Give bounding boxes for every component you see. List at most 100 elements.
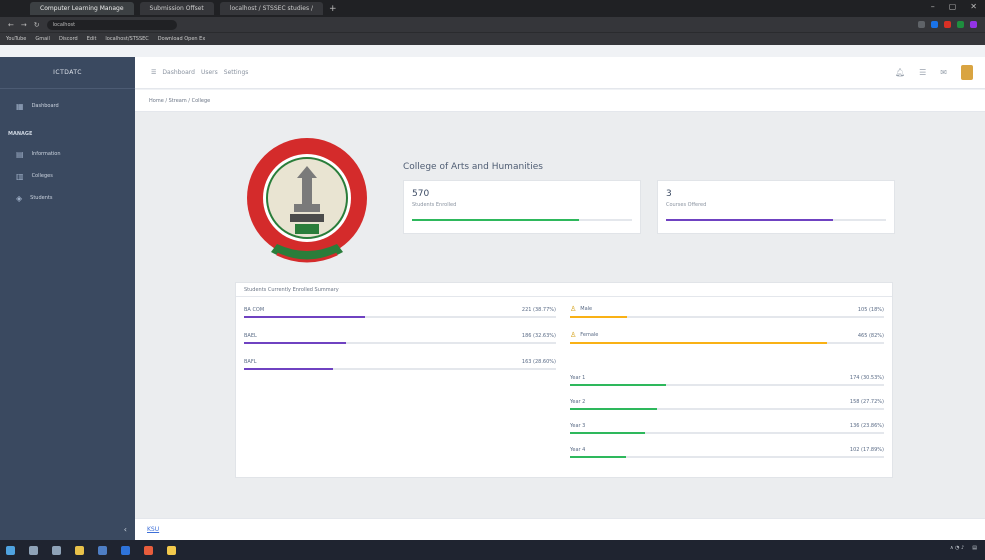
browser-tab[interactable]: Computer Learning Manage [30,2,134,15]
sidebar-section-label: MANAGE [8,131,33,137]
start-icon[interactable] [6,545,15,555]
gender-row: ♙ Male 105 (18%) [570,305,884,321]
task-view-icon[interactable] [52,545,61,555]
extension-icon[interactable] [944,21,951,28]
course-row: BAFL 163 (28.60%) [244,359,556,373]
chrome-icon[interactable] [167,545,176,555]
year-row: Year 3 136 (23.86%) [570,423,884,437]
extension-icon[interactable] [918,21,925,28]
app-icon[interactable] [144,545,153,555]
bookmark[interactable]: localhost/STSSEC [105,36,148,42]
maximize-icon[interactable]: ▢ [949,2,957,11]
back-icon[interactable]: ← [8,21,14,29]
gender-progress [570,342,884,344]
dashboard-icon: ▦ [16,101,24,111]
gender-value: 105 (18%) [857,307,884,313]
app-icon[interactable] [121,545,130,555]
bell-icon[interactable]: 🔔︎ [895,68,905,77]
minimize-icon[interactable]: – [931,2,935,11]
sidebar-brand[interactable]: ICTDATC [0,57,135,89]
college-logo [247,138,367,263]
year-progress [570,432,884,434]
footer-link[interactable]: KSU [147,526,159,533]
main-content: College of Arts and Humanities 570 Stude… [135,112,985,518]
course-label: BAEL [244,333,257,339]
avatar[interactable] [961,65,973,80]
bookmark[interactable]: YouTube [6,36,26,42]
header-actions: 🔔︎ ☰ ✉ [895,65,973,80]
gender-label: ♙ Female [570,331,598,339]
sidebar-item-label: Dashboard [31,103,59,109]
gender-value: 465 (82%) [857,333,884,339]
app-icon[interactable] [98,545,107,555]
sidebar-item-label: Colleges [31,173,53,179]
year-progress-fill [570,456,627,458]
close-icon[interactable]: ✕ [970,2,977,11]
search-icon[interactable] [29,545,38,555]
stat-progress-fill [666,219,834,221]
year-row: Year 4 102 (17.89%) [570,447,884,461]
stat-value: 3 [666,189,672,199]
stat-progress [412,219,632,221]
year-value: 136 (23.86%) [849,423,884,429]
footer: KSU [135,518,985,540]
tray-icons[interactable]: ∧ ◔ ♪ [950,545,964,551]
file-explorer-icon[interactable] [75,545,84,555]
enrollment-summary-card: Students Currently Enrolled Summary BA C… [235,282,893,478]
gender-progress-fill [570,342,828,344]
sidebar-item-label: Information [31,151,61,157]
bookmark[interactable]: Download Open Ex [158,36,206,42]
stat-value: 570 [412,189,430,199]
sidebar: ICTDATC ▦ Dashboard MANAGE ▤ Information… [0,57,135,540]
sidebar-item-students[interactable]: ◈ Students [0,187,135,209]
browser-tab[interactable]: localhost / STSSEC studies / [219,2,324,15]
new-tab-button[interactable]: + [329,4,337,14]
course-value: 221 (38.77%) [521,307,556,313]
course-label: BA COM [244,307,265,313]
course-row: BA COM 221 (38.77%) [244,307,556,321]
sidebar-item-dashboard[interactable]: ▦ Dashboard [0,95,135,117]
menu-toggle-icon[interactable]: ☰ [151,69,156,76]
url-input[interactable]: localhost [46,19,177,30]
extension-icon[interactable] [957,21,964,28]
os-taskbar: ∧ ◔ ♪ ▤ [0,540,985,560]
sidebar-item-colleges[interactable]: ▥ Colleges [0,165,135,187]
browser-tab[interactable]: Submission Offset [139,2,214,15]
forward-icon[interactable]: → [21,21,27,29]
course-value: 186 (32.63%) [521,333,556,339]
course-progress-fill [244,316,365,318]
extensions-bar [918,21,977,28]
year-value: 174 (30.53%) [849,375,884,381]
course-row: BAEL 186 (32.63%) [244,333,556,347]
mail-icon[interactable]: ✉ [940,68,947,77]
list-icon[interactable]: ☰ [919,68,926,77]
year-label: Year 2 [570,399,586,405]
bookmark[interactable]: Edit [87,36,97,42]
profile-icon[interactable] [970,21,977,28]
nav-link-dashboard[interactable]: Dashboard [162,69,195,76]
browser-address-bar: ← → ↻ localhost [0,17,985,32]
bookmark[interactable]: Discord [59,36,78,42]
year-label: Year 4 [570,447,586,453]
extension-icon[interactable] [931,21,938,28]
year-progress-fill [570,432,645,434]
notification-icon[interactable]: ▤ [972,545,977,551]
college-name: College of Arts and Humanities [403,162,543,172]
top-navbar: ☰ Dashboard Users Settings 🔔︎ ☰ ✉ [135,57,985,89]
year-label: Year 3 [570,423,586,429]
reload-icon[interactable]: ↻ [34,21,40,29]
course-progress-fill [244,342,346,344]
nav-link-settings[interactable]: Settings [224,69,249,76]
stat-label: Students Enrolled [412,202,457,208]
college-icon: ▥ [16,171,24,181]
sidebar-collapse-button[interactable]: ‹ [124,525,127,534]
year-value: 158 (27.72%) [849,399,884,405]
tab-label: localhost / STSSEC studies / [229,5,314,12]
tab-label: Computer Learning Manage [40,5,124,12]
students-icon: ◈ [16,193,23,203]
bookmark[interactable]: Gmail [35,36,50,42]
year-progress [570,384,884,386]
nav-link-users[interactable]: Users [201,69,218,76]
sidebar-item-information[interactable]: ▤ Information [0,143,135,165]
course-value: 163 (28.60%) [521,359,556,365]
